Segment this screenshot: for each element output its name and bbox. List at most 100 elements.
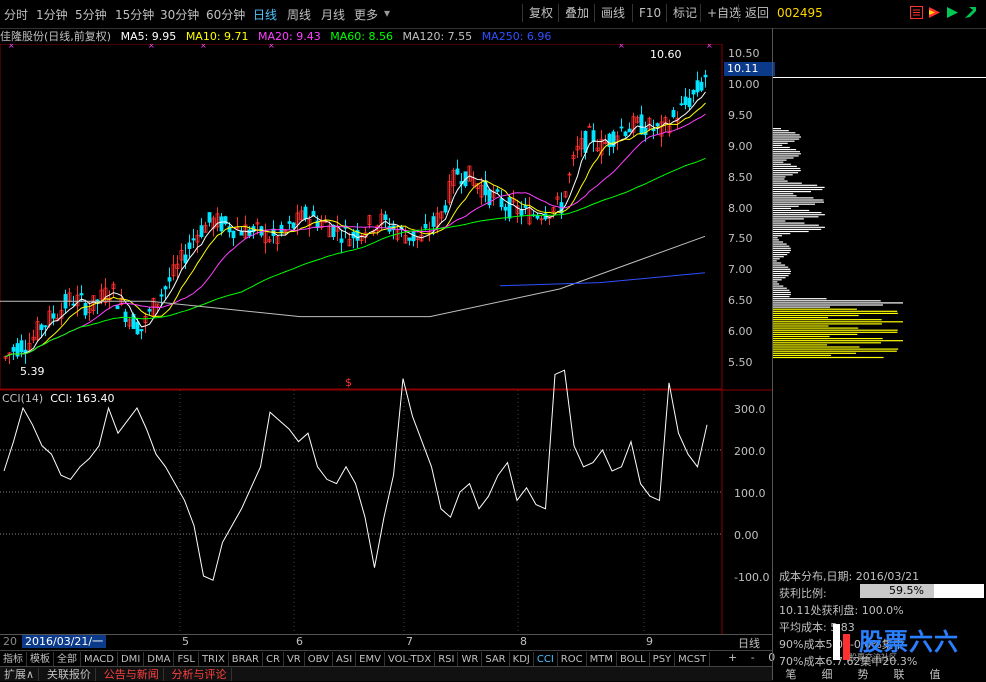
indicator-tab-wr[interactable]: WR bbox=[458, 652, 483, 667]
candle-body bbox=[507, 197, 512, 219]
cost-bar bbox=[773, 312, 898, 314]
candle-body bbox=[407, 237, 412, 241]
candle-body bbox=[291, 222, 296, 229]
indicator-tab-asi[interactable]: ASI bbox=[333, 652, 357, 667]
period-tab[interactable]: 30分钟 bbox=[160, 6, 199, 23]
candle-body bbox=[535, 215, 540, 219]
mark-button[interactable]: 标记 bbox=[666, 4, 703, 22]
cost-bar bbox=[773, 230, 809, 233]
indicator-tab-全部[interactable]: 全部 bbox=[54, 652, 81, 667]
back-button[interactable]: 返回 bbox=[738, 4, 775, 22]
cost-bar bbox=[773, 338, 883, 340]
indicator-tab-kdj[interactable]: KDJ bbox=[510, 652, 534, 667]
indicator-tab-mtm[interactable]: MTM bbox=[587, 652, 617, 667]
period-tab[interactable]: 分时 bbox=[4, 6, 28, 23]
logo-subtext: 股票交流社区 bbox=[849, 653, 897, 662]
cost-bar bbox=[773, 184, 818, 186]
indicator-tab-dmi[interactable]: DMI bbox=[118, 652, 145, 667]
cost-bar bbox=[773, 354, 832, 356]
period-tab-active[interactable]: 日线 bbox=[253, 6, 277, 23]
cost-bar bbox=[773, 260, 777, 262]
indicator-tab-trix[interactable]: TRIX bbox=[199, 652, 229, 667]
indicator-tab-sar[interactable]: SAR bbox=[482, 652, 510, 667]
period-tab[interactable]: 1分钟 bbox=[36, 6, 68, 23]
indicator-tab-cci[interactable]: CCI bbox=[534, 652, 558, 667]
year-label: 20 bbox=[3, 635, 17, 648]
period-tab[interactable]: 60分钟 bbox=[206, 6, 245, 23]
indicator-tab-cr[interactable]: CR bbox=[263, 652, 284, 667]
cost-bar bbox=[773, 128, 781, 130]
indicator-tab-macd[interactable]: MACD bbox=[81, 652, 118, 667]
draw-line-button[interactable]: 画线 bbox=[594, 4, 631, 22]
period-more[interactable]: 更多 bbox=[354, 6, 378, 23]
cost-bar bbox=[773, 172, 799, 174]
chart-grid bbox=[0, 44, 772, 634]
cost-bar bbox=[773, 308, 857, 310]
indicator-tab-dma[interactable]: DMA bbox=[144, 652, 175, 667]
indicator-tab-模板[interactable]: 模板 bbox=[27, 652, 54, 667]
low-price-label: 5.39 bbox=[20, 365, 45, 378]
cost-bar bbox=[773, 268, 791, 270]
indicator-tab-psy[interactable]: PSY bbox=[650, 652, 676, 667]
ma5-value: MA5: 9.95 bbox=[120, 30, 177, 43]
indicator-tab-brar[interactable]: BRAR bbox=[229, 652, 263, 667]
cost-bar bbox=[773, 186, 825, 188]
date-axis: 20 2016/03/21/一 5 6 7 8 9 日线 bbox=[0, 634, 772, 650]
candle-body bbox=[183, 254, 188, 264]
indicator-tab-emv[interactable]: EMV bbox=[356, 652, 385, 667]
indicator-tab-fsl[interactable]: FSL bbox=[174, 652, 199, 667]
expand-tab[interactable]: 扩展∧ bbox=[0, 668, 40, 681]
arrow-icon[interactable] bbox=[964, 6, 977, 19]
indicator-tab-mcst[interactable]: MCST bbox=[675, 652, 711, 667]
indicator-tab-roc[interactable]: ROC bbox=[558, 652, 587, 667]
candle-body bbox=[619, 126, 624, 129]
period-tab[interactable]: 月线 bbox=[321, 6, 345, 23]
candle-body bbox=[591, 130, 596, 142]
related-quote-tab[interactable]: 关联报价 bbox=[43, 668, 96, 681]
flag-icon[interactable] bbox=[928, 6, 941, 19]
cost-bar bbox=[773, 140, 795, 142]
candle-body bbox=[679, 103, 684, 106]
candle-body bbox=[207, 212, 212, 223]
indicator-tab-指标[interactable]: 指标 bbox=[0, 652, 27, 667]
indicator-tab-rsi[interactable]: RSI bbox=[435, 652, 459, 667]
cost-bar bbox=[773, 191, 812, 193]
analysis-tab[interactable]: 分析与评论 bbox=[168, 668, 232, 681]
candle-body bbox=[339, 238, 344, 243]
cost-bar bbox=[773, 306, 831, 308]
dividend-marker-icon[interactable]: $ bbox=[345, 376, 352, 389]
f10-button[interactable]: F10 bbox=[632, 4, 667, 22]
cost-bar bbox=[773, 275, 789, 277]
zoom-in-button[interactable]: + bbox=[728, 651, 737, 664]
ma120-value: MA120: 7.55 bbox=[402, 30, 473, 43]
cost-bar bbox=[773, 203, 816, 205]
fuquan-button[interactable]: 复权 bbox=[522, 4, 559, 22]
candle-body bbox=[691, 89, 696, 95]
candle-body bbox=[219, 216, 224, 232]
cost-bar bbox=[773, 163, 791, 165]
kline-chart[interactable]: × × × × × × bbox=[0, 44, 772, 634]
watermark-logo: 股票六六 股票交流社区 bbox=[829, 618, 979, 664]
period-tab[interactable]: 周线 bbox=[287, 6, 311, 23]
cci-value: CCI: 163.40 bbox=[50, 392, 115, 405]
more-chevron-icon[interactable]: ▾ bbox=[384, 6, 390, 20]
cost-bar bbox=[773, 291, 791, 293]
zoom-out-button[interactable]: - bbox=[751, 651, 755, 664]
indicator-tab-obv[interactable]: OBV bbox=[305, 652, 333, 667]
overlay-button[interactable]: 叠加 bbox=[558, 4, 595, 22]
news-tab[interactable]: 公告与新闻 bbox=[100, 668, 164, 681]
period-tab[interactable]: 5分钟 bbox=[75, 6, 107, 23]
event-marker-icon: × bbox=[200, 44, 207, 50]
cost-bar bbox=[773, 224, 819, 226]
cost-bar bbox=[773, 356, 884, 359]
candle-body bbox=[19, 340, 24, 353]
indicator-tab-vol-tdx[interactable]: VOL-TDX bbox=[385, 652, 436, 667]
indicator-tab-boll[interactable]: BOLL bbox=[617, 652, 650, 667]
play-icon[interactable] bbox=[946, 6, 959, 19]
cost-bar bbox=[773, 296, 790, 298]
cost-bar bbox=[773, 293, 791, 296]
list-icon[interactable] bbox=[910, 6, 923, 19]
indicator-tab-vr[interactable]: VR bbox=[284, 652, 305, 667]
high-price-label: 10.60 bbox=[650, 48, 682, 61]
period-tab[interactable]: 15分钟 bbox=[115, 6, 154, 23]
